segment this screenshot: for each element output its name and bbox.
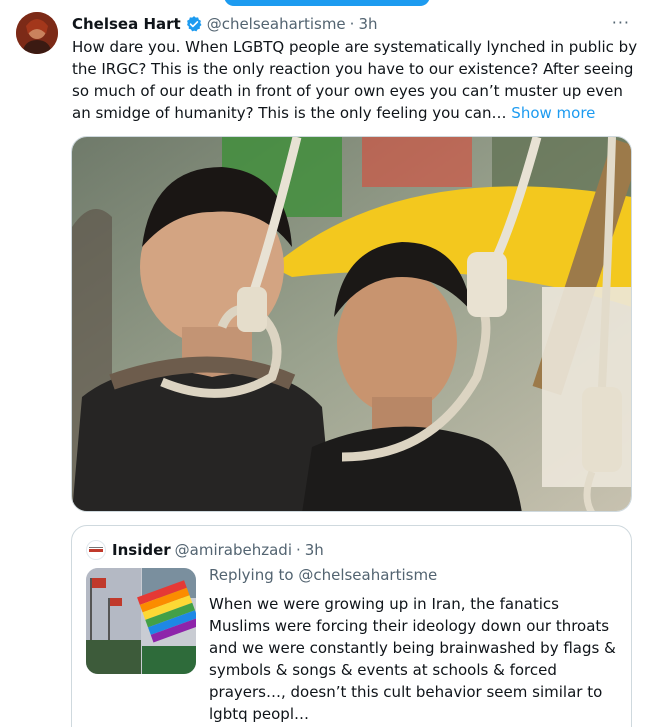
replying-to[interactable]: Replying to @chelseahartisme [209,566,437,584]
quoted-photo[interactable] [86,568,196,674]
quoted-text: When we were growing up in Iran, the fan… [209,595,616,723]
tweet-header: Chelsea Hart @chelseahartisme · 3h [72,13,636,35]
separator-dot: · [349,15,355,33]
tweet-text: How dare you. When LGBTQ people are syst… [72,36,640,124]
author-handle[interactable]: @chelseahartisme [207,15,346,33]
timestamp[interactable]: 3h [358,15,377,33]
show-more-link[interactable]: Show more [511,104,595,122]
separator-dot: · [295,541,301,559]
quoted-avatar[interactable] [86,540,106,560]
author-avatar[interactable] [16,12,58,54]
quoted-tweet[interactable]: Insider @amirabehzadi · 3h Replying to @… [71,525,632,727]
quoted-author-handle[interactable]: @amirabehzadi [175,541,292,559]
quoted-timestamp[interactable]: 3h [305,541,324,559]
tweet[interactable]: Chelsea Hart @chelseahartisme · 3h ··· H… [0,0,652,727]
quoted-header: Insider @amirabehzadi · 3h [86,540,324,560]
verified-badge-icon[interactable] [185,15,203,33]
tweet-photo[interactable] [71,136,632,512]
quoted-author-name[interactable]: Insider [112,541,171,559]
more-options-icon[interactable]: ··· [612,13,630,32]
author-name[interactable]: Chelsea Hart [72,15,181,33]
